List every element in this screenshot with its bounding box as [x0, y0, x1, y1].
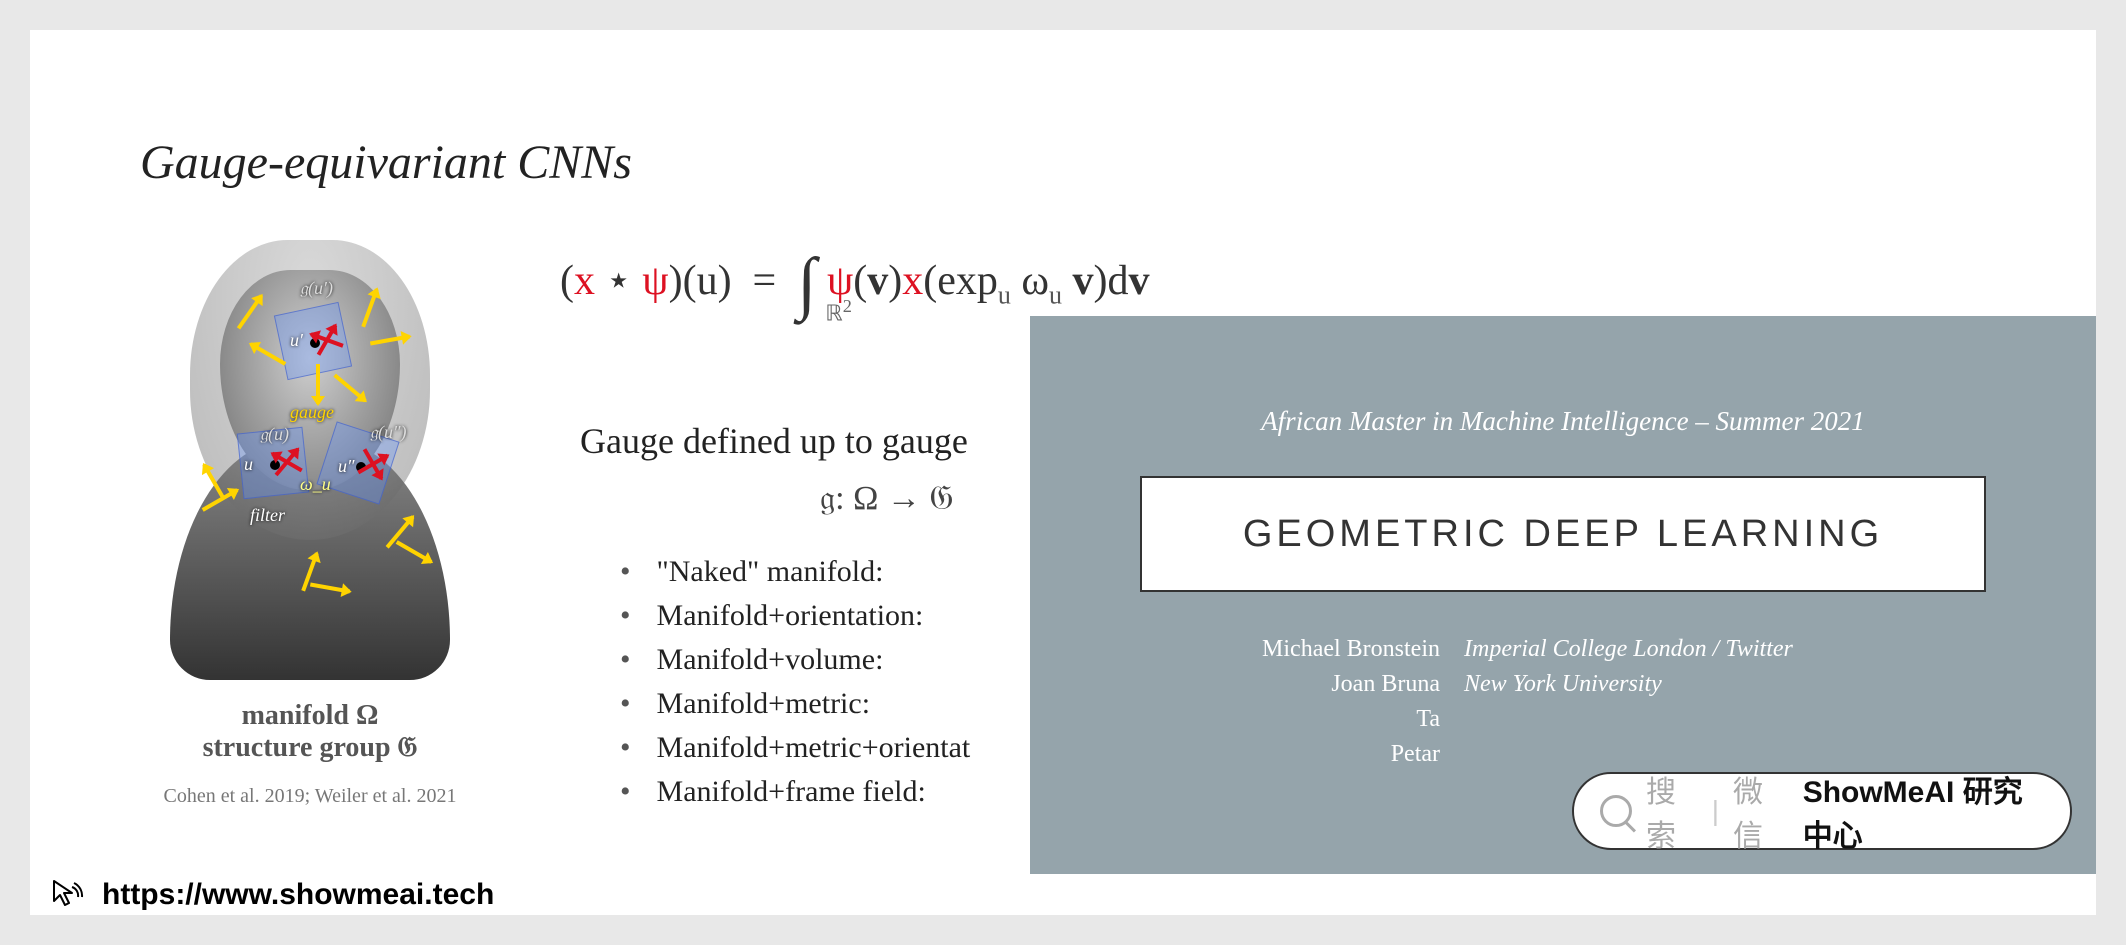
- search-brand: ShowMeAI 研究中心: [1803, 767, 2044, 855]
- author-name: Joan Bruna: [1140, 671, 1440, 698]
- caption-line-2: structure group 𝔊: [130, 732, 490, 764]
- gauge-subheading: Gauge defined up to gauge: [580, 420, 968, 462]
- overlay-title-slide: African Master in Machine Intelligence –…: [1030, 316, 2096, 874]
- author-row: Ta: [1140, 706, 1986, 733]
- author-name: Ta: [1140, 706, 1440, 733]
- label-u-prime: u′: [290, 330, 303, 351]
- footer-url-text: https://www.showmeai.tech: [102, 878, 494, 912]
- manifold-bullets: "Naked" manifold: Manifold+orientation: …: [620, 555, 970, 819]
- author-affiliation: New York University: [1464, 671, 1662, 698]
- bullet-item: Manifold+orientation:: [620, 599, 970, 633]
- gauge-map-line: 𝔤: Ω → 𝔊: [820, 480, 954, 518]
- bullet-item: Manifold+volume:: [620, 643, 970, 677]
- wechat-search-chip[interactable]: 搜索 | 微信 ShowMeAI 研究中心: [1572, 772, 2072, 850]
- overlay-authors: Michael Bronstein Imperial College Londo…: [1140, 636, 1986, 776]
- author-affiliation: Imperial College London / Twitter: [1464, 636, 1793, 663]
- label-filter: filter: [250, 505, 285, 526]
- author-name: Michael Bronstein: [1140, 636, 1440, 663]
- overlay-program-line: African Master in Machine Intelligence –…: [1030, 406, 2096, 437]
- bullet-item: "Naked" manifold:: [620, 555, 970, 589]
- cursor-click-icon: [50, 877, 86, 913]
- bullet-item: Manifold+metric+orientat: [620, 731, 970, 765]
- figure-caption: manifold Ω structure group 𝔊: [130, 700, 490, 764]
- label-gu-prime: 𝔤(u′): [300, 278, 333, 299]
- author-name: Petar: [1140, 741, 1440, 768]
- footer-link[interactable]: https://www.showmeai.tech: [50, 877, 494, 913]
- author-row: Petar: [1140, 741, 1986, 768]
- author-row: Joan Bruna New York University: [1140, 671, 1986, 698]
- search-icon: [1600, 795, 1632, 827]
- label-gu: 𝔤(u): [260, 424, 289, 445]
- slide-title: Gauge-equivariant CNNs: [140, 135, 632, 190]
- label-gu-dprime: 𝔤(u″): [370, 422, 407, 443]
- figure-citation: Cohen et al. 2019; Weiler et al. 2021: [130, 785, 490, 808]
- bullet-item: Manifold+metric:: [620, 687, 970, 721]
- label-omega-u: ω_u: [300, 474, 331, 495]
- separator-icon: |: [1712, 795, 1719, 827]
- overlay-title-box: GEOMETRIC DEEP LEARNING: [1140, 476, 1986, 592]
- search-hint: 搜索: [1646, 767, 1698, 855]
- manifold-figure: 𝔤(u′) u′ gauge 𝔤(u) 𝔤(u″) u u″ ω_u filte…: [130, 230, 490, 690]
- label-gauge: gauge: [290, 402, 334, 423]
- label-u: u: [244, 454, 253, 475]
- gauge-arrow-icon: [316, 364, 320, 404]
- search-hint-wechat: 微信: [1733, 767, 1785, 855]
- bust-illustration: 𝔤(u′) u′ gauge 𝔤(u) 𝔤(u″) u u″ ω_u filte…: [170, 230, 450, 690]
- label-u-dprime: u″: [338, 456, 355, 477]
- main-equation: (x ⋆ ψ)(u) = ∫ℝ2 ψ(v)x(expu ωu v)dv: [560, 255, 1150, 312]
- caption-line-1: manifold Ω: [130, 700, 490, 732]
- bullet-item: Manifold+frame field:: [620, 775, 970, 809]
- author-row: Michael Bronstein Imperial College Londo…: [1140, 636, 1986, 663]
- overlay-title-text: GEOMETRIC DEEP LEARNING: [1243, 513, 1883, 556]
